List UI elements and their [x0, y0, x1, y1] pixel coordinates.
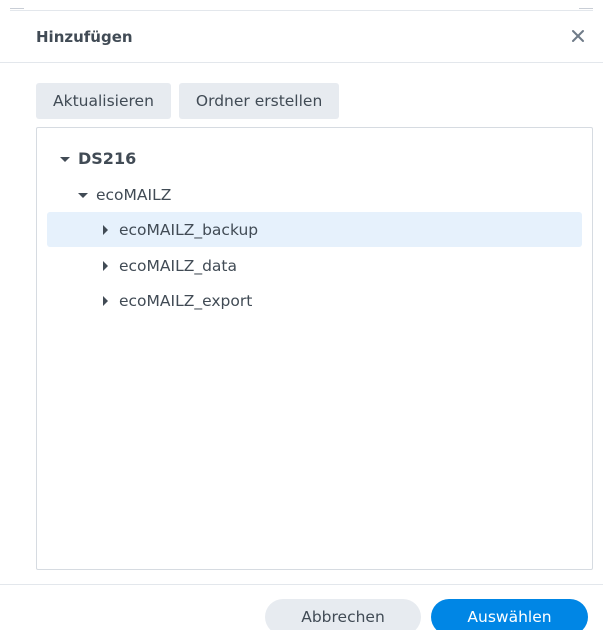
- caret-right-icon[interactable]: [99, 260, 113, 271]
- folder-tree[interactable]: DS216 ecoMAILZ ecoMAILZ_backup ecoMAILZ_…: [36, 127, 593, 570]
- dialog-footer: Abbrechen Auswählen: [0, 584, 603, 630]
- corner-mark-left: [10, 8, 24, 9]
- refresh-button[interactable]: Aktualisieren: [36, 83, 171, 119]
- tree-node-label: ecoMAILZ_export: [119, 291, 253, 310]
- dialog-title: Hinzufügen: [36, 28, 133, 46]
- tree-node-label: ecoMAILZ: [96, 185, 172, 204]
- caret-right-icon[interactable]: [99, 224, 113, 235]
- tree-node-label: ecoMAILZ_data: [119, 256, 238, 275]
- tree-node-label: DS216: [78, 149, 137, 168]
- tree-node-folder[interactable]: ecoMAILZ: [76, 177, 171, 212]
- caret-down-icon[interactable]: [58, 154, 72, 164]
- tree-node-root[interactable]: DS216: [58, 141, 136, 176]
- corner-mark-right: [579, 8, 593, 9]
- caret-down-icon[interactable]: [76, 190, 90, 200]
- select-button[interactable]: Auswählen: [431, 599, 588, 630]
- close-button[interactable]: [567, 25, 589, 47]
- create-folder-button[interactable]: Ordner erstellen: [178, 83, 340, 119]
- tree-node-child[interactable]: ecoMAILZ_backup: [47, 212, 582, 247]
- tree-node-label: ecoMAILZ_backup: [119, 220, 259, 239]
- close-icon: [572, 30, 584, 42]
- cancel-button[interactable]: Abbrechen: [265, 599, 421, 630]
- dialog-header: Hinzufügen: [0, 11, 603, 63]
- caret-right-icon[interactable]: [99, 295, 113, 306]
- tree-node-child[interactable]: ecoMAILZ_data: [99, 248, 237, 283]
- toolbar: Aktualisieren Ordner erstellen: [36, 83, 340, 119]
- tree-node-child[interactable]: ecoMAILZ_export: [99, 283, 252, 318]
- add-dialog: Hinzufügen Aktualisieren Ordner erstelle…: [0, 0, 603, 630]
